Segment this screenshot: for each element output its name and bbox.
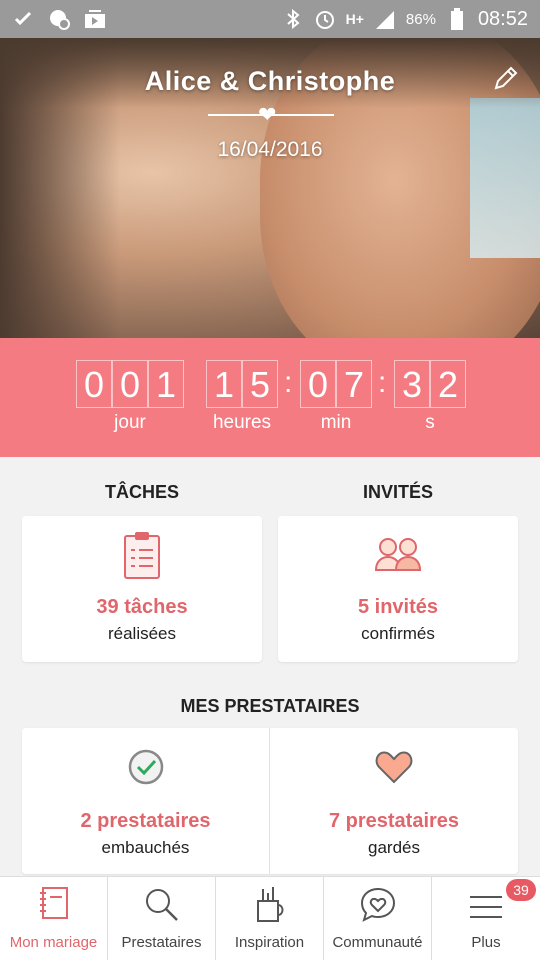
- vendors-title: MES PRESTATAIRES: [180, 696, 360, 716]
- notification-app-icon: [48, 8, 70, 30]
- vendors-card: 2 prestataires embauchés 7 prestataires …: [22, 728, 518, 874]
- guests-count: 5 invités: [357, 596, 439, 618]
- seconds-label: s: [425, 412, 435, 433]
- saved-vendors-count: 7 prestataires: [328, 810, 460, 832]
- signal-icon: [374, 8, 396, 30]
- search-icon: [145, 889, 178, 921]
- tasks-title: TÂCHES: [104, 482, 179, 502]
- nav-label: Communauté: [332, 934, 423, 951]
- nav-label: Plus: [471, 934, 501, 951]
- heart-icon: ❤: [258, 102, 277, 127]
- hours-label: heures: [212, 412, 272, 433]
- check-icon: [12, 8, 34, 30]
- guests-title: INVITÉS: [362, 482, 433, 502]
- wedding-date: 16/04/2016: [217, 138, 323, 161]
- battery-percent: 86%: [405, 10, 436, 28]
- menu-icon: [470, 896, 502, 918]
- saved-vendors-subtitle: gardés: [368, 838, 420, 857]
- hired-vendors-subtitle: embauchés: [101, 838, 190, 857]
- nav-label: Prestataires: [121, 934, 202, 951]
- chat-heart-icon: [360, 887, 395, 922]
- nav-inspiration[interactable]: Inspiration: [216, 877, 324, 960]
- alarm-icon: [314, 8, 336, 30]
- tasks-subtitle: réalisées: [107, 624, 177, 643]
- bottom-navigation: Mon mariage Prestataires Inspiration Com…: [0, 876, 540, 960]
- countdown-seconds: 3 2: [394, 360, 466, 408]
- tasks-count: 39 tâches: [96, 596, 188, 618]
- countdown-minutes: 0 7: [300, 360, 372, 408]
- bluetooth-icon: [282, 8, 304, 30]
- network-type: H+: [345, 11, 364, 27]
- wedding-countdown: 0 0 1 1 5 : 0 7 : 3 2 jour heures min s: [0, 338, 540, 457]
- days-label: jour: [114, 412, 146, 433]
- hired-vendors[interactable]: 2 prestataires embauchés: [22, 728, 269, 874]
- couple-photo-header: Alice & Christophe ❤ 16/04/2016: [0, 38, 540, 338]
- edit-pencil-icon[interactable]: [492, 64, 520, 92]
- notebook-icon: [39, 887, 68, 919]
- notification-badge: 39: [506, 879, 536, 901]
- guests-subtitle: confirmés: [361, 624, 435, 643]
- guests-card[interactable]: 5 invités confirmés: [278, 516, 518, 662]
- nav-prestataires[interactable]: Prestataires: [108, 877, 216, 960]
- guests-couple-icon: [372, 534, 424, 577]
- brush-cup-icon: [256, 887, 283, 922]
- nav-plus[interactable]: 39 Plus: [432, 877, 540, 960]
- countdown-days: 0 0 1: [76, 360, 184, 408]
- nav-label: Inspiration: [234, 934, 305, 951]
- hired-vendors-count: 2 prestataires: [80, 810, 211, 832]
- saved-vendors[interactable]: 7 prestataires gardés: [270, 728, 518, 874]
- status-bar: H+ 86% 08:52: [0, 0, 540, 38]
- tasks-card[interactable]: 39 tâches réalisées: [22, 516, 262, 662]
- couple-names: Alice & Christophe: [144, 66, 396, 96]
- check-circle-icon: [127, 748, 165, 791]
- heart-outline-icon: [375, 750, 413, 789]
- nav-label: Mon mariage: [9, 934, 98, 951]
- clock-time: 08:52: [477, 7, 528, 30]
- nav-communaute[interactable]: Communauté: [324, 877, 432, 960]
- minutes-label: min: [320, 412, 352, 433]
- nav-mon-mariage[interactable]: Mon mariage: [0, 877, 108, 960]
- clipboard-checklist-icon: [122, 530, 162, 585]
- battery-icon: [446, 8, 468, 30]
- countdown-hours: 1 5: [206, 360, 278, 408]
- media-icon: [84, 8, 106, 30]
